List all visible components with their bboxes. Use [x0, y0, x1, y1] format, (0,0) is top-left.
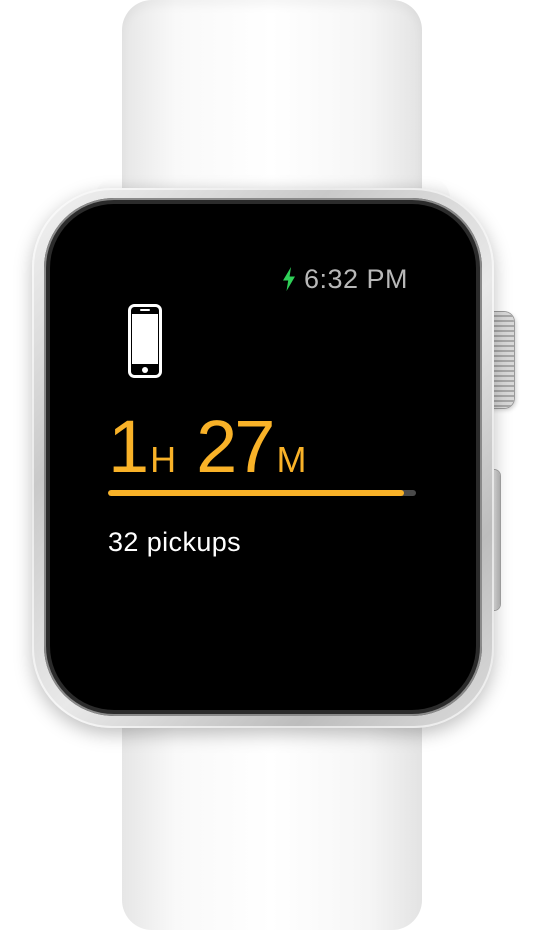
status-bar: 6:32 PM: [282, 262, 408, 296]
usage-minutes: 27: [196, 405, 275, 488]
watch-mockup: 6:32 PM 1 H 27 M 32 pickups: [0, 0, 543, 930]
pickups-count: 32 pickups: [108, 527, 242, 557]
lightning-bolt-icon: [282, 267, 295, 291]
iphone-icon[interactable]: [128, 304, 162, 378]
usage-hours: 1: [108, 405, 149, 488]
usage-duration: 1 H 27 M: [108, 410, 326, 484]
usage-progress-fill: [108, 490, 404, 496]
watch-screen: 6:32 PM 1 H 27 M 32 pickups: [108, 262, 418, 652]
status-time: 6:32 PM: [303, 263, 408, 294]
usage-hours-unit: H: [150, 439, 177, 480]
usage-progress-bar: [108, 490, 416, 496]
usage-minutes-unit: M: [276, 439, 307, 480]
